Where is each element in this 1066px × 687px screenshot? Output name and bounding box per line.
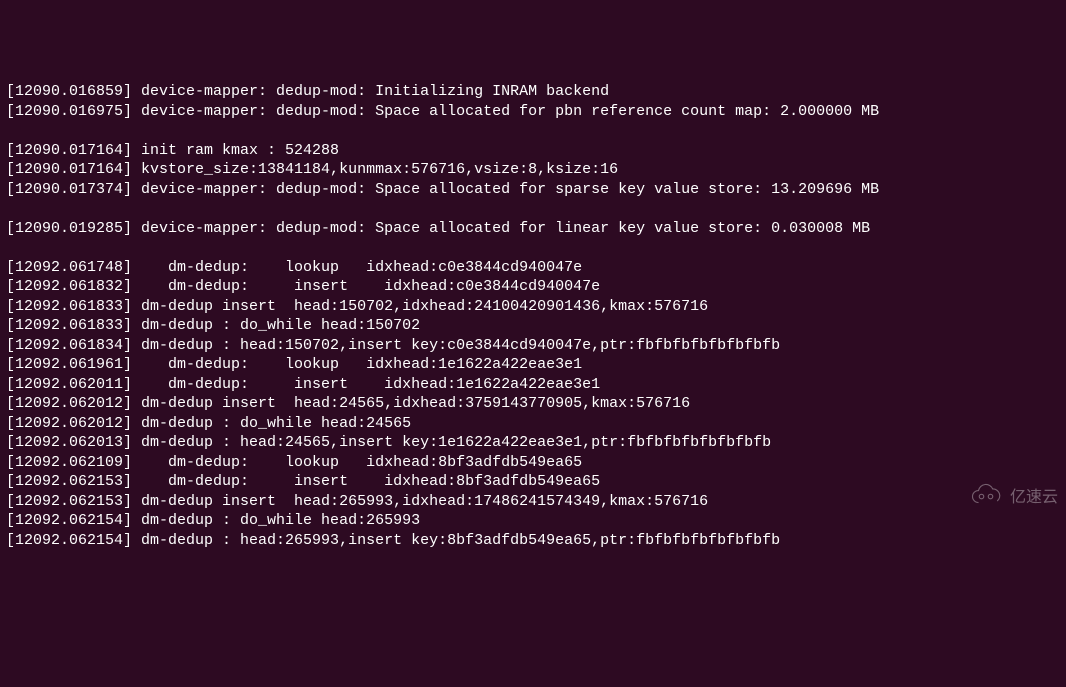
- log-line: [12092.062013] dm-dedup : head:24565,ins…: [6, 433, 1060, 453]
- log-message: dm-dedup: lookup idxhead:1e1622a422eae3e…: [141, 356, 582, 373]
- log-message: dm-dedup : head:265993,insert key:8bf3ad…: [141, 532, 780, 549]
- log-line: [12092.061833] dm-dedup : do_while head:…: [6, 316, 1060, 336]
- log-message: init ram kmax : 524288: [141, 142, 339, 159]
- log-line: [12090.017374] device-mapper: dedup-mod:…: [6, 180, 1060, 200]
- log-line: [12092.062012] dm-dedup insert head:2456…: [6, 394, 1060, 414]
- log-line: [12090.019285] device-mapper: dedup-mod:…: [6, 219, 1060, 239]
- log-message: dm-dedup : do_while head:150702: [141, 317, 420, 334]
- log-timestamp: [12092.062012]: [6, 415, 141, 432]
- log-line: [12092.062153] dm-dedup: insert idxhead:…: [6, 472, 1060, 492]
- log-timestamp: [12092.061832]: [6, 278, 141, 295]
- cloud-icon: [950, 463, 1004, 535]
- watermark-text: 亿速云: [1010, 488, 1058, 509]
- log-message: dm-dedup: lookup idxhead:c0e3844cd940047…: [141, 259, 582, 276]
- log-timestamp: [12090.017164]: [6, 161, 141, 178]
- log-message: dm-dedup insert head:265993,idxhead:1748…: [141, 493, 708, 510]
- log-line: [12092.062012] dm-dedup : do_while head:…: [6, 414, 1060, 434]
- log-line: [12092.062154] dm-dedup : head:265993,in…: [6, 531, 1060, 551]
- log-message: dm-dedup: insert idxhead:1e1622a422eae3e…: [141, 376, 600, 393]
- log-line: [12092.062109] dm-dedup: lookup idxhead:…: [6, 453, 1060, 473]
- log-timestamp: [12090.017374]: [6, 181, 141, 198]
- log-line: [6, 199, 1060, 219]
- log-message: device-mapper: dedup-mod: Space allocate…: [141, 103, 879, 120]
- log-message: dm-dedup : do_while head:265993: [141, 512, 420, 529]
- log-timestamp: [12090.016859]: [6, 83, 141, 100]
- log-line: [12090.017164] init ram kmax : 524288: [6, 141, 1060, 161]
- log-message: device-mapper: dedup-mod: Space allocate…: [141, 220, 870, 237]
- log-timestamp: [12092.061833]: [6, 298, 141, 315]
- log-line: [12092.062153] dm-dedup insert head:2659…: [6, 492, 1060, 512]
- log-line: [12092.061961] dm-dedup: lookup idxhead:…: [6, 355, 1060, 375]
- log-line: [12092.061833] dm-dedup insert head:1507…: [6, 297, 1060, 317]
- log-timestamp: [12090.017164]: [6, 142, 141, 159]
- log-timestamp: [12090.019285]: [6, 220, 141, 237]
- log-line: [6, 238, 1060, 258]
- log-timestamp: [12092.062109]: [6, 454, 141, 471]
- log-line: [12090.016975] device-mapper: dedup-mod:…: [6, 102, 1060, 122]
- log-timestamp: [12092.061834]: [6, 337, 141, 354]
- log-timestamp: [12092.062153]: [6, 493, 141, 510]
- log-message: dm-dedup: insert idxhead:c0e3844cd940047…: [141, 278, 600, 295]
- log-timestamp: [12090.016975]: [6, 103, 141, 120]
- log-message: device-mapper: dedup-mod: Initializing I…: [141, 83, 609, 100]
- log-timestamp: [12092.061748]: [6, 259, 141, 276]
- log-timestamp: [12092.062012]: [6, 395, 141, 412]
- log-message: dm-dedup : do_while head:24565: [141, 415, 411, 432]
- log-message: dm-dedup : head:24565,insert key:1e1622a…: [141, 434, 771, 451]
- watermark: 亿速云: [950, 463, 1058, 535]
- log-timestamp: [12092.061833]: [6, 317, 141, 334]
- log-timestamp: [12092.062153]: [6, 473, 141, 490]
- log-message: kvstore_size:13841184,kunmmax:576716,vsi…: [141, 161, 618, 178]
- log-timestamp: [12092.062013]: [6, 434, 141, 451]
- log-timestamp: [12092.062154]: [6, 512, 141, 529]
- log-line: [12090.016859] device-mapper: dedup-mod:…: [6, 82, 1060, 102]
- log-line: [12092.061832] dm-dedup: insert idxhead:…: [6, 277, 1060, 297]
- log-line: [12092.061834] dm-dedup : head:150702,in…: [6, 336, 1060, 356]
- terminal-output: [12090.016859] device-mapper: dedup-mod:…: [6, 82, 1060, 550]
- log-line: [12092.062011] dm-dedup: insert idxhead:…: [6, 375, 1060, 395]
- log-line: [12090.017164] kvstore_size:13841184,kun…: [6, 160, 1060, 180]
- log-message: dm-dedup insert head:24565,idxhead:37591…: [141, 395, 690, 412]
- log-line: [6, 121, 1060, 141]
- log-timestamp: [12092.062011]: [6, 376, 141, 393]
- log-message: dm-dedup : head:150702,insert key:c0e384…: [141, 337, 780, 354]
- log-message: dm-dedup: lookup idxhead:8bf3adfdb549ea6…: [141, 454, 582, 471]
- log-timestamp: [12092.061961]: [6, 356, 141, 373]
- log-message: dm-dedup insert head:150702,idxhead:2410…: [141, 298, 708, 315]
- log-line: [12092.061748] dm-dedup: lookup idxhead:…: [6, 258, 1060, 278]
- log-message: dm-dedup: insert idxhead:8bf3adfdb549ea6…: [141, 473, 600, 490]
- log-line: [12092.062154] dm-dedup : do_while head:…: [6, 511, 1060, 531]
- log-timestamp: [12092.062154]: [6, 532, 141, 549]
- log-message: device-mapper: dedup-mod: Space allocate…: [141, 181, 879, 198]
